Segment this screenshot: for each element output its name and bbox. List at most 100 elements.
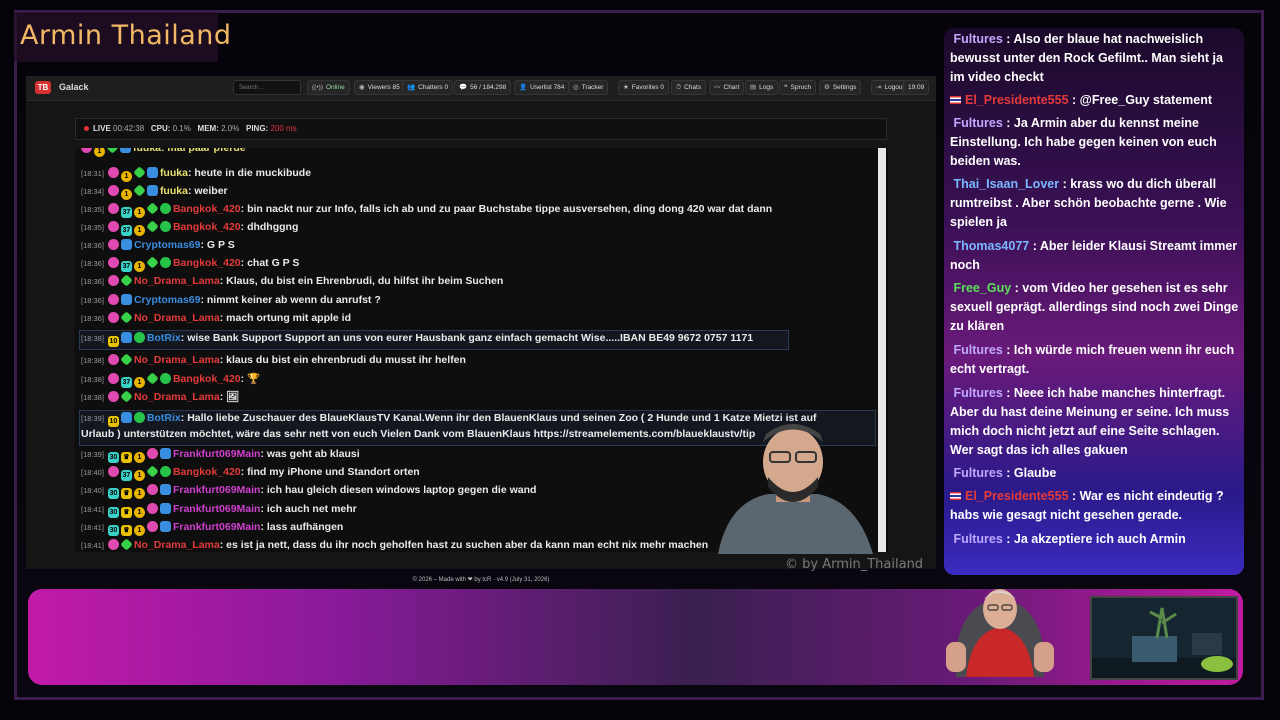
nav-label: Logout <box>884 84 905 91</box>
user-badge-icon: 1 <box>133 470 145 481</box>
logout-icon: ⇥ <box>876 84 882 91</box>
chat-username[interactable]: No_Drama_Lama <box>134 275 220 287</box>
signal-icon: ((•)) <box>312 84 323 91</box>
overlay-chat-username: Fultures <box>953 32 1003 46</box>
overlay-chat-username: Fultures <box>953 532 1003 546</box>
nav-userlist-784[interactable]: 👤 Userlist 784 <box>514 80 570 95</box>
nav-settings[interactable]: ⚙ Settings <box>819 80 862 95</box>
chat-timestamp: [18:34] <box>81 187 104 196</box>
chat-text: ich hau gleich diesen windows laptop geg… <box>266 484 537 496</box>
chat-text: was geht ab klausi <box>266 448 360 460</box>
user-badge-icon <box>120 274 133 287</box>
streamer-webcam <box>718 424 873 554</box>
chat-username[interactable]: Bangkok_420 <box>173 203 241 215</box>
app-logo-icon[interactable]: TB <box>35 81 51 94</box>
chat-username[interactable]: Cryptomas69 <box>134 294 201 306</box>
user-badge-icon <box>107 239 119 250</box>
thailand-flag-icon <box>950 492 961 500</box>
nav-online[interactable]: ((•)) Online <box>307 80 350 95</box>
nav-chats[interactable]: ⏱ Chats <box>671 80 707 95</box>
chat-username[interactable]: No_Drama_Lama <box>134 391 220 403</box>
chat-message-partial: 1 fuuka: mal paar pferde <box>81 148 246 157</box>
chat-message: [18:35] 37 1 Bangkok_420: bin nackt nur zur… <box>81 202 773 218</box>
chat-username[interactable]: Cryptomas69 <box>134 239 201 251</box>
user-badge-icon: 37 <box>120 207 132 218</box>
user-badge-icon: 1 <box>133 452 145 463</box>
chat-username[interactable]: fuuka <box>160 167 188 179</box>
user-badge-icon <box>146 167 158 178</box>
chat-username[interactable]: No_Drama_Lama <box>134 539 220 551</box>
chat-username[interactable]: No_Drama_Lama <box>134 312 220 324</box>
chat-username[interactable]: Bangkok_420 <box>173 257 241 269</box>
nav-tracker[interactable]: ◎ Tracker <box>568 80 609 95</box>
chat-timestamp: [18:36] <box>81 259 104 268</box>
overlay-chat-message: Thomas4077 : Aber leider Klausi Streamt … <box>950 237 1240 275</box>
user-badge-icon: 1 <box>133 207 145 218</box>
chat-text: find my iPhone und Standort orten <box>247 466 420 478</box>
user-badge-icon <box>120 390 133 403</box>
chat-username[interactable]: BotRix <box>147 412 181 424</box>
chat-username[interactable]: Frankfurt069Main <box>173 521 261 533</box>
user-badge-icon <box>133 412 145 423</box>
chat-timestamp: [18:38] <box>81 356 104 365</box>
chat-message: [18:36] 37 1 Bangkok_420: chat G P S <box>81 256 300 272</box>
user-badge-icon: ♛ <box>120 525 132 536</box>
user-badge-icon <box>107 354 119 365</box>
user-badge-icon <box>133 332 145 343</box>
chat-text: chat G P S <box>247 257 300 269</box>
stream-chat-overlay: Fultures : Also der blaue hat nachweisli… <box>944 28 1244 575</box>
overlay-chat-username: Fultures <box>953 386 1003 400</box>
nav-chatters-0[interactable]: 👥 Chatters 0 <box>402 80 454 95</box>
user-badge-icon: 30 <box>107 525 119 536</box>
mem-label: MEM: <box>197 124 219 133</box>
nav-label: Online <box>325 84 345 91</box>
room-camera <box>1090 596 1238 680</box>
nav-label: Settings <box>832 84 857 91</box>
chat-username[interactable]: Frankfurt069Main <box>173 484 261 496</box>
chat-scrollbar[interactable] <box>878 148 886 552</box>
live-label: LIVE <box>93 124 111 133</box>
user-badge-icon <box>146 372 159 385</box>
user-badge-icon: ♛ <box>120 507 132 518</box>
chat-username[interactable]: fuuka <box>160 185 188 197</box>
overlay-chat-separator: : <box>1002 32 1014 46</box>
user-badge-icon <box>159 484 171 495</box>
nav-favorites-0[interactable]: ★ Favorites 0 <box>618 80 669 95</box>
chat-username[interactable]: Bangkok_420 <box>173 221 241 233</box>
chat-username[interactable]: BotRix <box>147 332 181 344</box>
user-badge-icon <box>107 391 119 402</box>
chat-timestamp: [18:38] <box>81 393 104 402</box>
nav-19-09[interactable]: 19:09 <box>903 80 930 95</box>
overlay-chat-text: @Free_Guy statement <box>1079 93 1213 107</box>
search-input[interactable]: Search... <box>233 80 301 95</box>
overlay-chat-message: Fultures : Also der blaue hat nachweisli… <box>950 30 1240 87</box>
chat-username[interactable]: Bangkok_420 <box>173 373 241 385</box>
nav-logs[interactable]: ▤ Logs <box>745 80 779 95</box>
user-badge-icon <box>120 332 132 343</box>
nav-chart[interactable]: 〰 Chart <box>709 80 745 95</box>
user-badge-icon <box>159 448 171 459</box>
chat-timestamp: [18:36] <box>81 314 104 323</box>
nav-56-184-298[interactable]: 💬 56 / 184.298 <box>454 80 512 95</box>
chat-text: weiber <box>194 185 228 197</box>
user-badge-icon: ♛ <box>120 488 132 499</box>
chat-username[interactable]: No_Drama_Lama <box>134 354 220 366</box>
user-badge-icon: 30 <box>107 507 119 518</box>
user-badge-icon <box>120 311 133 324</box>
chat-username[interactable]: Bangkok_420 <box>173 466 241 478</box>
chat-timestamp: [18:36] <box>81 296 104 305</box>
nav-label: 19:09 <box>908 84 925 91</box>
nav-spruch[interactable]: ❝ Spruch <box>779 80 817 95</box>
status-bar: LIVE 00:42:38 CPU: 0.1% MEM: 2.0% PING: … <box>75 118 887 140</box>
overlay-chat-separator: : <box>1068 489 1080 503</box>
nav-label: Chatters 0 <box>418 84 449 91</box>
cpu-label: CPU: <box>150 124 171 133</box>
chat-message: [18:31] 1 fuuka: heute in die muckibude <box>81 166 311 182</box>
user-badge-icon: 10 <box>107 416 119 427</box>
nav-viewers-85[interactable]: ◉ Viewers 85 <box>354 80 405 95</box>
overlay-chat-separator: : <box>1011 281 1023 295</box>
chat-username[interactable]: Frankfurt069Main <box>173 503 261 515</box>
chat-text: bin nackt nur zur Info, falls ich ab und… <box>247 203 773 215</box>
chat-username[interactable]: Frankfurt069Main <box>173 448 261 460</box>
mem-value: 2.0% <box>221 124 240 133</box>
